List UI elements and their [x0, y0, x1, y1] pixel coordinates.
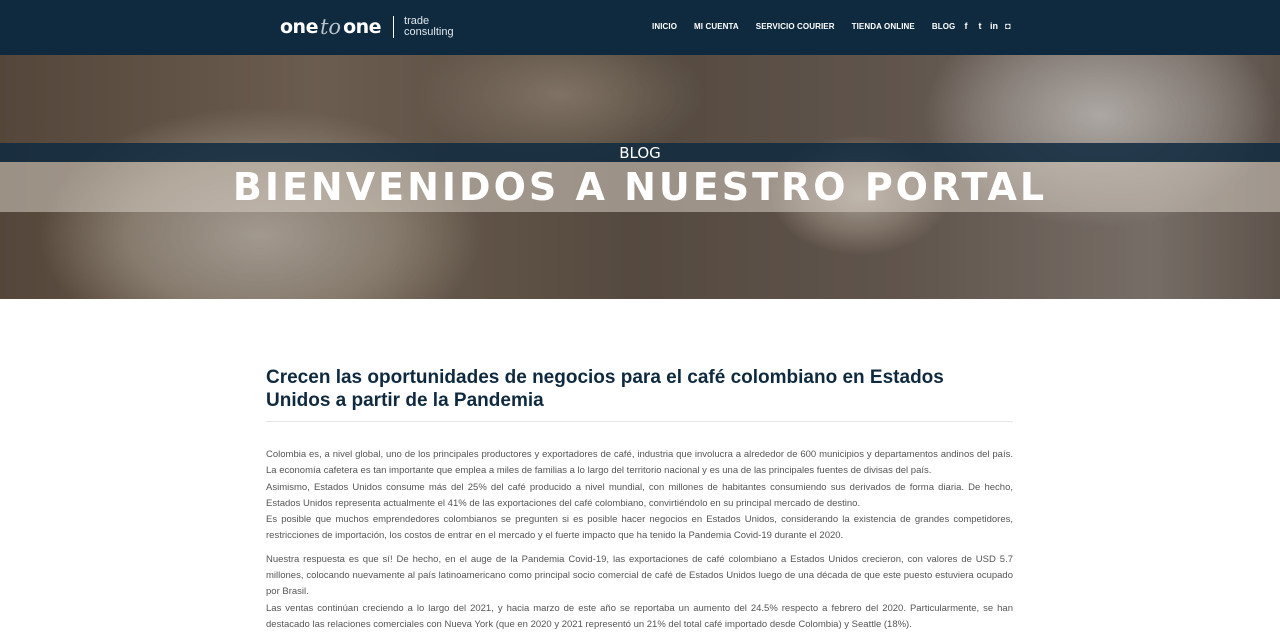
nav-tienda-online[interactable]: TIENDA ONLINE — [852, 22, 915, 31]
article-paragraph: Las ventas continúan creciendo a lo larg… — [266, 602, 1013, 630]
instagram-icon[interactable]: ◘ — [1004, 21, 1012, 31]
facebook-icon[interactable]: f — [962, 21, 970, 31]
logo-to: to — [319, 15, 342, 39]
article-body: Colombia es, a nivel global, uno de los … — [266, 447, 1013, 633]
logo-tagline-2: consulting — [404, 26, 454, 38]
title-divider — [266, 421, 1013, 422]
hero-banner: BLOG BIENVENIDOS A NUESTRO PORTAL — [0, 55, 1280, 299]
article-paragraph: Es posible que muchos emprendedores colo… — [266, 514, 1013, 542]
nav-servicio-courier[interactable]: SERVICIO COURIER — [756, 22, 835, 31]
hero-title: BIENVENIDOS A NUESTRO PORTAL — [232, 165, 1048, 209]
nav-blog[interactable]: BLOG — [932, 22, 956, 31]
logo-one-right: one — [343, 16, 382, 38]
main-nav: INICIO MI CUENTA SERVICIO COURIER TIENDA… — [652, 22, 972, 31]
logo-separator — [393, 16, 395, 38]
nav-inicio[interactable]: INICIO — [652, 22, 677, 31]
nav-mi-cuenta[interactable]: MI CUENTA — [694, 22, 739, 31]
article-paragraph: Asimismo, Estados Unidos consume más del… — [266, 481, 1013, 509]
site-logo[interactable]: one to one trade consulting — [280, 12, 454, 42]
linkedin-icon[interactable]: in — [990, 21, 998, 31]
site-header: one to one trade consulting INICIO MI CU… — [0, 0, 1280, 55]
twitter-icon[interactable]: t — [976, 21, 984, 31]
social-links: f t in ◘ — [962, 21, 1012, 31]
hero-blog-label: BLOG — [619, 144, 661, 162]
logo-one-left: one — [280, 16, 318, 38]
logo-tagline: trade consulting — [404, 16, 454, 38]
article-paragraph: Colombia es, a nivel global, uno de los … — [266, 449, 1013, 477]
article-paragraph: Nuestra respuesta es que sí! De hecho, e… — [266, 553, 1013, 598]
article-title: Crecen las oportunidades de negocios par… — [266, 367, 944, 411]
blog-article: Crecen las oportunidades de negocios par… — [266, 366, 1013, 633]
